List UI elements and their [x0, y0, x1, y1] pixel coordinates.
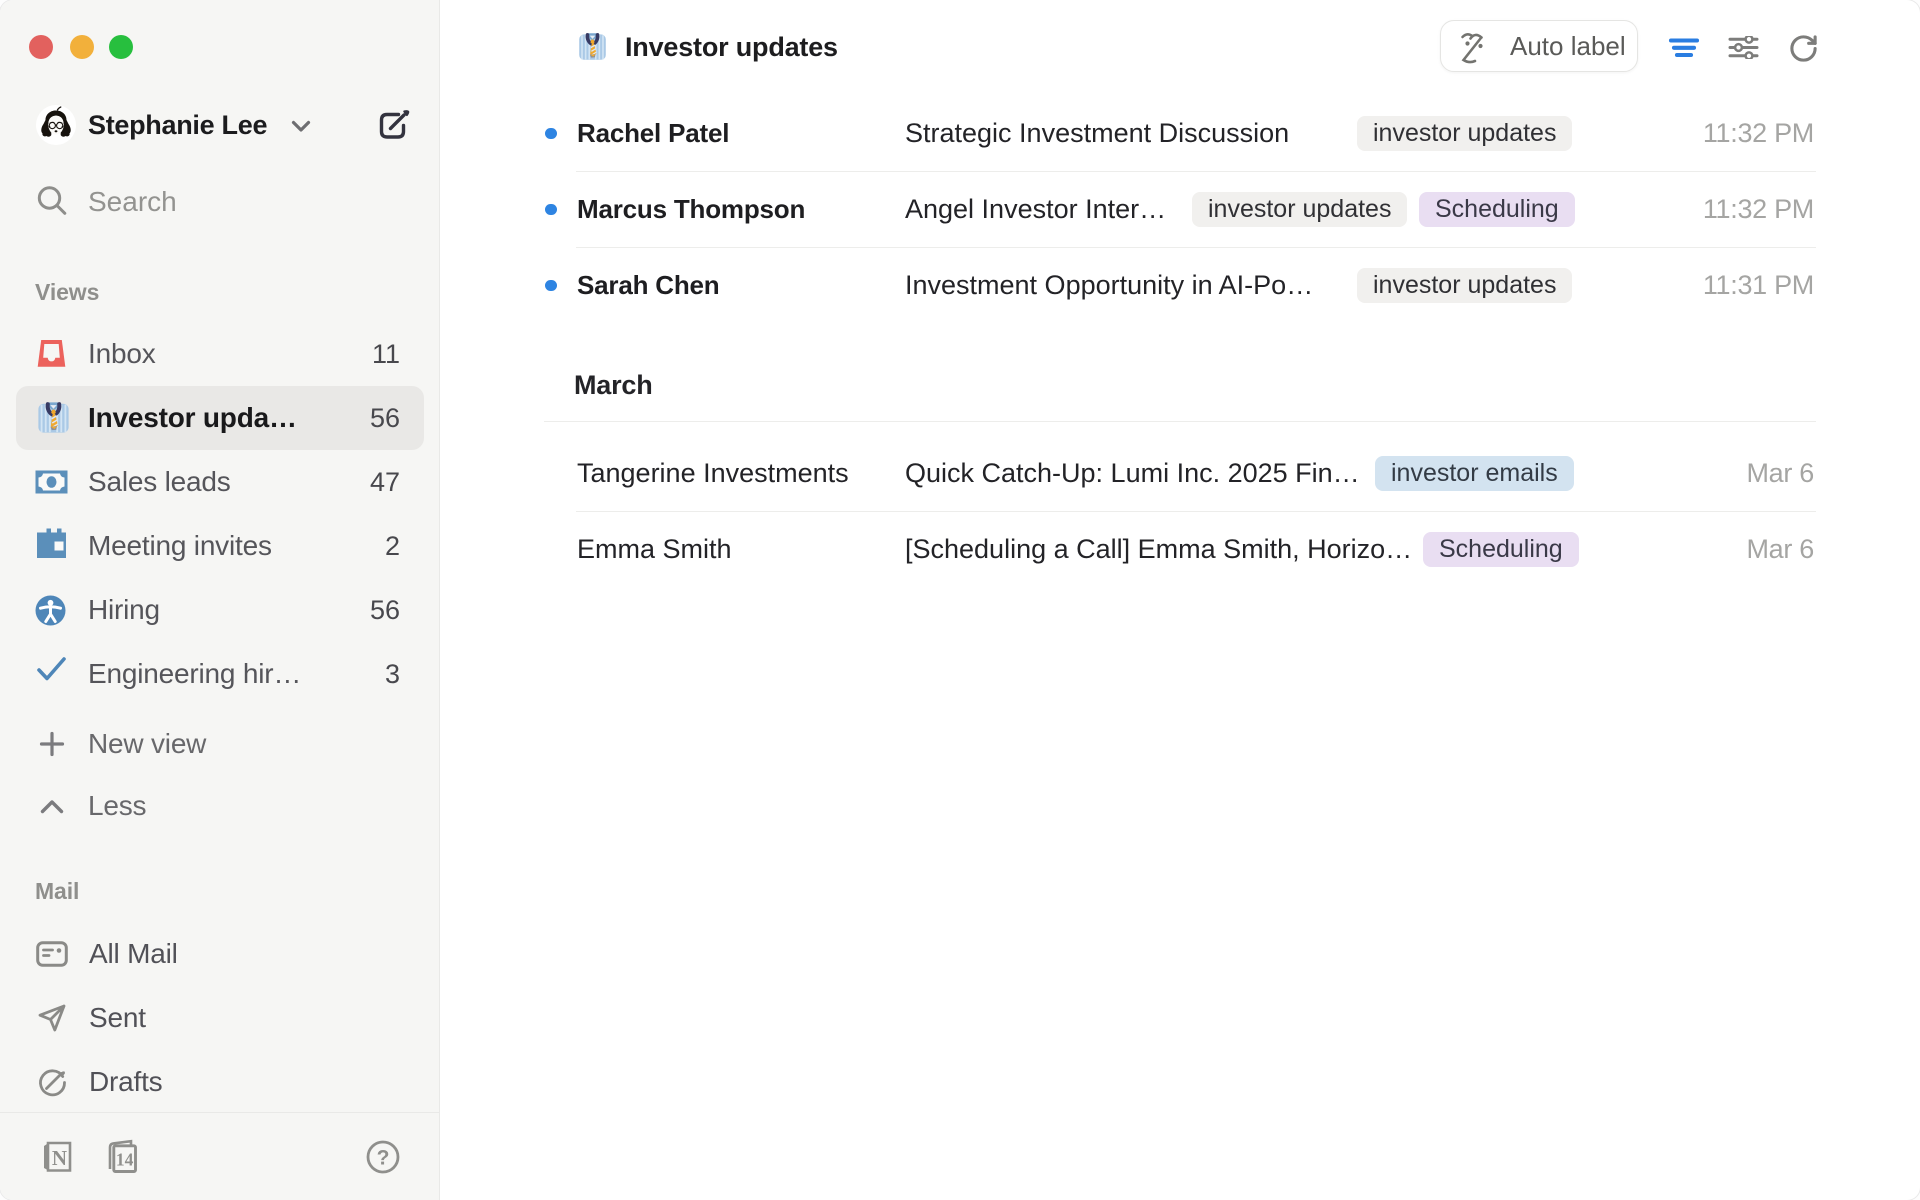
svg-text:14: 14 [116, 1150, 134, 1170]
svg-text:?: ? [377, 1147, 390, 1170]
svg-text:N: N [52, 1146, 67, 1170]
